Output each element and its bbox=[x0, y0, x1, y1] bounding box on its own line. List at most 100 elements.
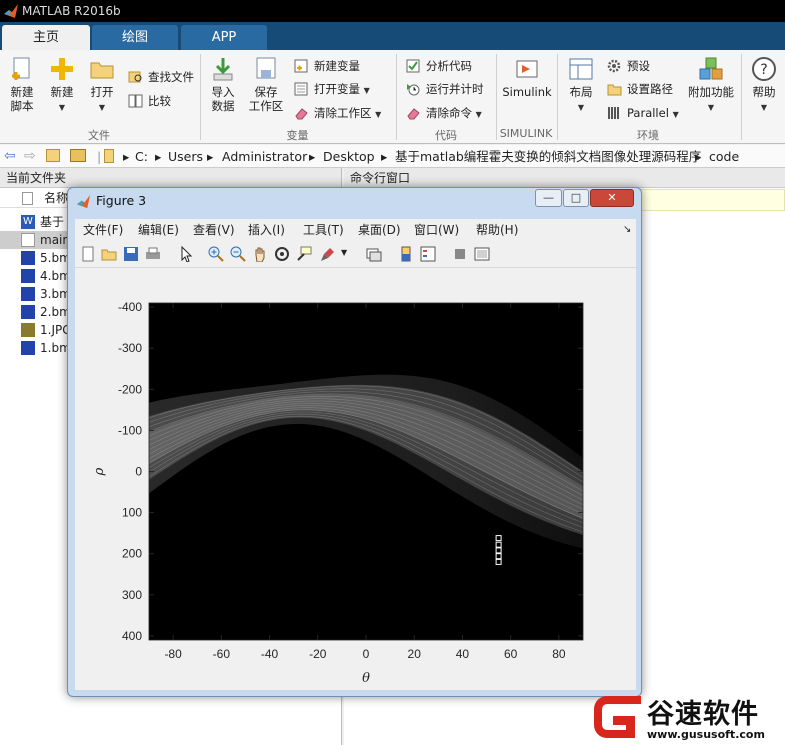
data-cursor-icon[interactable] bbox=[296, 246, 312, 262]
save-icon[interactable] bbox=[123, 246, 139, 262]
hide-plot-tools-icon[interactable] bbox=[452, 246, 468, 262]
zoom-out-icon[interactable] bbox=[230, 246, 246, 262]
addons-label: 附加功能 bbox=[688, 85, 734, 99]
clear-commands-button[interactable]: 清除命令 ▼ bbox=[406, 103, 482, 123]
file-type-icon bbox=[22, 192, 33, 205]
up-folder-icon[interactable] bbox=[46, 149, 60, 162]
forward-arrow-icon[interactable]: ⇨ bbox=[24, 145, 36, 168]
open-variable-button[interactable]: 打开变量 ▼ bbox=[294, 79, 370, 99]
new-script-button[interactable]: 新建 脚本 bbox=[4, 56, 40, 113]
rotate-icon[interactable] bbox=[274, 246, 290, 262]
find-files-button[interactable]: 查找文件 bbox=[128, 67, 194, 87]
x-tick-label: 60 bbox=[504, 647, 518, 661]
group-label-code: 代码 bbox=[435, 129, 457, 142]
y-tick-label: -100 bbox=[118, 423, 142, 437]
compare-icon bbox=[128, 94, 143, 108]
menu-insert[interactable]: 插入(I) bbox=[248, 219, 285, 241]
tab-home[interactable]: 主页 bbox=[2, 25, 90, 50]
parallel-button[interactable]: Parallel ▼ bbox=[607, 103, 679, 123]
path-segment[interactable]: code bbox=[709, 145, 739, 168]
path-segment[interactable]: 基于matlab编程霍夫变换的倾斜文档图像处理源码程序 bbox=[395, 145, 701, 168]
addons-button[interactable]: 附加功能 ▼ bbox=[688, 56, 734, 115]
import-data-button[interactable]: 导入 数据 bbox=[205, 56, 241, 113]
menu-window[interactable]: 窗口(W) bbox=[414, 219, 459, 241]
watermark-brand: 谷速软件 bbox=[647, 699, 759, 730]
show-plot-tools-icon[interactable] bbox=[474, 246, 490, 262]
path-segment[interactable]: Desktop bbox=[323, 145, 375, 168]
help-button[interactable]: ? 帮助 ▼ bbox=[746, 56, 782, 115]
pointer-icon[interactable] bbox=[178, 246, 194, 262]
layout-button[interactable]: 布局 ▼ bbox=[563, 56, 599, 115]
close-button[interactable]: ✕ bbox=[590, 189, 634, 207]
open-file-icon[interactable] bbox=[101, 246, 117, 262]
bmp-file-icon bbox=[21, 251, 35, 265]
new-variable-label: 新建变量 bbox=[314, 59, 360, 73]
addons-dropdown-icon[interactable]: ▼ bbox=[708, 103, 714, 112]
save-workspace-button[interactable]: 保存 工作区 bbox=[245, 56, 287, 113]
zoom-in-icon[interactable] bbox=[208, 246, 224, 262]
new-variable-button[interactable]: 新建变量 bbox=[294, 56, 360, 76]
current-folder-header: 当前文件夹⊙ bbox=[0, 168, 341, 354]
path-segment[interactable]: Administrator bbox=[222, 145, 307, 168]
menu-edit[interactable]: 编辑(E) bbox=[138, 219, 179, 241]
run-and-time-button[interactable]: 运行并计时 bbox=[406, 79, 484, 99]
clear-commands-label: 清除命令 bbox=[426, 106, 472, 120]
open-variable-dropdown-icon[interactable]: ▼ bbox=[364, 86, 370, 95]
layout-dropdown-icon[interactable]: ▼ bbox=[578, 103, 584, 112]
menubar-dock-icon[interactable]: ↘ bbox=[623, 219, 631, 241]
tab-apps[interactable]: APP bbox=[181, 25, 267, 50]
figure-window[interactable]: Figure 3 — □ ✕ 文件(F) 编辑(E) 查看(V) 插入(I) 工… bbox=[67, 187, 642, 697]
group-label-variable: 变量 bbox=[286, 129, 309, 142]
new-dropdown-icon[interactable]: ▼ bbox=[59, 103, 65, 112]
command-window-title: 命令行窗口 bbox=[350, 171, 411, 185]
find-files-icon bbox=[128, 71, 142, 83]
minimize-button[interactable]: — bbox=[535, 189, 562, 207]
colorbar-icon[interactable] bbox=[398, 246, 414, 262]
maximize-button[interactable]: □ bbox=[563, 189, 589, 207]
analyze-code-icon bbox=[406, 59, 420, 73]
bmp-file-icon bbox=[21, 269, 35, 283]
print-icon[interactable] bbox=[145, 246, 161, 262]
clear-workspace-button[interactable]: 清除工作区 ▼ bbox=[294, 103, 381, 123]
open-variable-icon bbox=[294, 82, 308, 96]
back-arrow-icon[interactable]: ⇦ bbox=[4, 145, 16, 168]
figure-logo-icon bbox=[76, 194, 91, 209]
path-segment[interactable]: C: bbox=[135, 145, 148, 168]
open-button[interactable]: 打开 ▼ bbox=[84, 56, 120, 115]
menu-view[interactable]: 查看(V) bbox=[193, 219, 235, 241]
tab-plots[interactable]: 绘图 bbox=[92, 25, 178, 50]
preferences-button[interactable]: 预设 bbox=[607, 56, 650, 76]
link-plot-icon[interactable] bbox=[366, 246, 382, 262]
ribbon-separator bbox=[741, 54, 742, 140]
hough-plot[interactable]: -80 -60 -40 -20 0 20 40 60 80-400-300-200-100010… bbox=[75, 268, 636, 690]
pan-icon[interactable] bbox=[252, 246, 268, 262]
menu-tools[interactable]: 工具(T) bbox=[303, 219, 344, 241]
address-bar[interactable]: ⇦ ⇨ | ▸ C: ▸ Users ▸ Administrator ▸ Des… bbox=[0, 145, 785, 168]
y-axis-label: ρ bbox=[92, 467, 107, 476]
analyze-code-button[interactable]: 分析代码 bbox=[406, 56, 472, 76]
parallel-dropdown-icon[interactable]: ▼ bbox=[673, 110, 679, 119]
app-title: MATLAB R2016b bbox=[22, 4, 121, 18]
help-dropdown-icon[interactable]: ▼ bbox=[761, 103, 767, 112]
new-figure-icon[interactable] bbox=[80, 246, 96, 262]
app-titlebar: MATLAB R2016b bbox=[0, 0, 785, 22]
brush-dropdown-icon[interactable]: ▼ bbox=[341, 248, 347, 257]
eraser-icon bbox=[407, 108, 420, 120]
brush-icon[interactable] bbox=[320, 246, 336, 262]
browse-folder-icon[interactable] bbox=[70, 149, 86, 162]
parallel-label: Parallel bbox=[627, 106, 669, 120]
menu-desktop[interactable]: 桌面(D) bbox=[358, 219, 401, 241]
simulink-button[interactable]: Simulink bbox=[500, 56, 554, 99]
compare-button[interactable]: 比较 bbox=[128, 91, 171, 111]
path-segment[interactable]: Users bbox=[168, 145, 203, 168]
open-dropdown-icon[interactable]: ▼ bbox=[99, 103, 105, 112]
set-path-button[interactable]: 设置路径 bbox=[607, 79, 673, 99]
clear-workspace-dropdown-icon[interactable]: ▼ bbox=[375, 110, 381, 119]
new-button[interactable]: 新建 ▼ bbox=[44, 56, 80, 115]
clear-commands-dropdown-icon[interactable]: ▼ bbox=[476, 110, 482, 119]
menu-file[interactable]: 文件(F) bbox=[83, 219, 123, 241]
figure-canvas: -80 -60 -40 -20 0 20 40 60 80 -400 -300 -200 -100 0 10… bbox=[75, 268, 636, 690]
menu-help[interactable]: 帮助(H) bbox=[476, 219, 518, 241]
legend-icon[interactable] bbox=[420, 246, 436, 262]
y-tick-label: 0 bbox=[135, 465, 142, 479]
